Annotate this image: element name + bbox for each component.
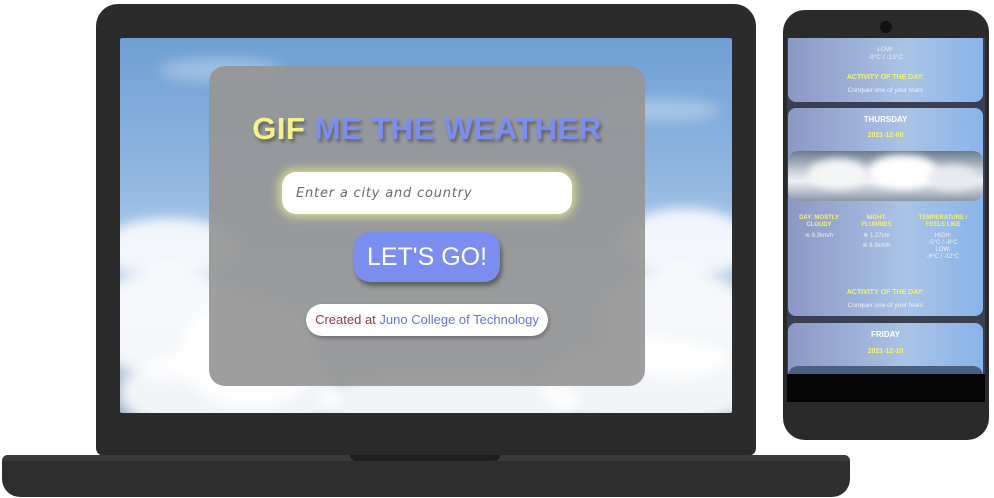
snowflake-icon: ❄ [863, 233, 869, 239]
laptop-base [2, 455, 850, 497]
forecast-day: FRIDAY [870, 330, 901, 339]
title-rest: ME THE WEATHER [314, 111, 602, 146]
wind-icon: ≋ [862, 243, 868, 249]
night-column: NIGHT: FLURRIES ❄ 1.27cm ≋ 3.3km/h [854, 215, 899, 250]
forecast-date: 2021-12-09 [867, 132, 904, 139]
activity-text: Conquer one of your fears [847, 87, 924, 94]
temperature-label: TEMPERATURE / FEELS LIKE [918, 215, 968, 228]
night-snow-row: ❄ 1.27cm [854, 233, 899, 240]
low-label: LOW: [935, 247, 951, 253]
temperature-column: TEMPERATURE / FEELS LIKE HIGH: -5°C / -9… [910, 215, 976, 261]
activity-label: ACTIVITY OF THE DAY: [846, 74, 925, 81]
high-label: HIGH: [934, 233, 952, 239]
city-search-input[interactable] [282, 172, 572, 214]
title-gif: GIF [252, 111, 306, 146]
low-label: LOW: [877, 46, 894, 53]
wind-icon: ≋ [804, 233, 810, 239]
low-temp: -6°C / -12°C [926, 254, 960, 260]
night-wind-row: ≋ 3.3km/h [854, 243, 899, 250]
day-column: DAY: MOSTLY CLOUDY ≋ 9.3km/h [794, 215, 844, 240]
activity-label: ACTIVITY OF THE DAY: [846, 289, 925, 296]
low-temp: -9°C / -13°C [867, 54, 904, 61]
day-wind-row: ≋ 9.3km/h [794, 233, 844, 240]
phone-camera [880, 21, 892, 33]
day-wind-value: 9.3km/h [811, 233, 834, 239]
forecast-date: 2021-12-10 [867, 348, 904, 355]
laptop-hinge-notch [350, 455, 500, 461]
day-condition-label: DAY: MOSTLY CLOUDY [799, 215, 839, 228]
lets-go-button[interactable]: LET'S GO! [354, 232, 500, 282]
credit-link[interactable]: Juno College of Technology [379, 312, 539, 327]
app-title: GIF ME THE WEATHER [209, 111, 645, 147]
high-temp: -5°C / -9°C [928, 240, 958, 246]
forecast-day: THURSDAY [863, 115, 908, 124]
night-wind-value: 3.3km/h [869, 243, 891, 249]
phone-screen: LOW: -9°C / -13°C ACTIVITY OF THE DAY: C… [787, 38, 985, 402]
credit-pill: Created at Juno College of Technology [306, 304, 548, 336]
credit-prefix: Created at [315, 312, 376, 327]
night-condition-label: NIGHT: FLURRIES [861, 215, 892, 228]
weather-gif [788, 151, 983, 201]
activity-text: Conquer one of your fears [847, 302, 924, 309]
forecast-card-previous: LOW: -9°C / -13°C ACTIVITY OF THE DAY: C… [788, 38, 983, 102]
search-card: GIF ME THE WEATHER LET'S GO! Created at … [209, 66, 645, 386]
night-snow-value: 1.27cm [870, 233, 890, 239]
forecast-card-thursday: THURSDAY 2021-12-09 DAY: MOSTLY CLOUDY ≋… [788, 108, 983, 316]
phone-nav-bar [787, 374, 985, 402]
